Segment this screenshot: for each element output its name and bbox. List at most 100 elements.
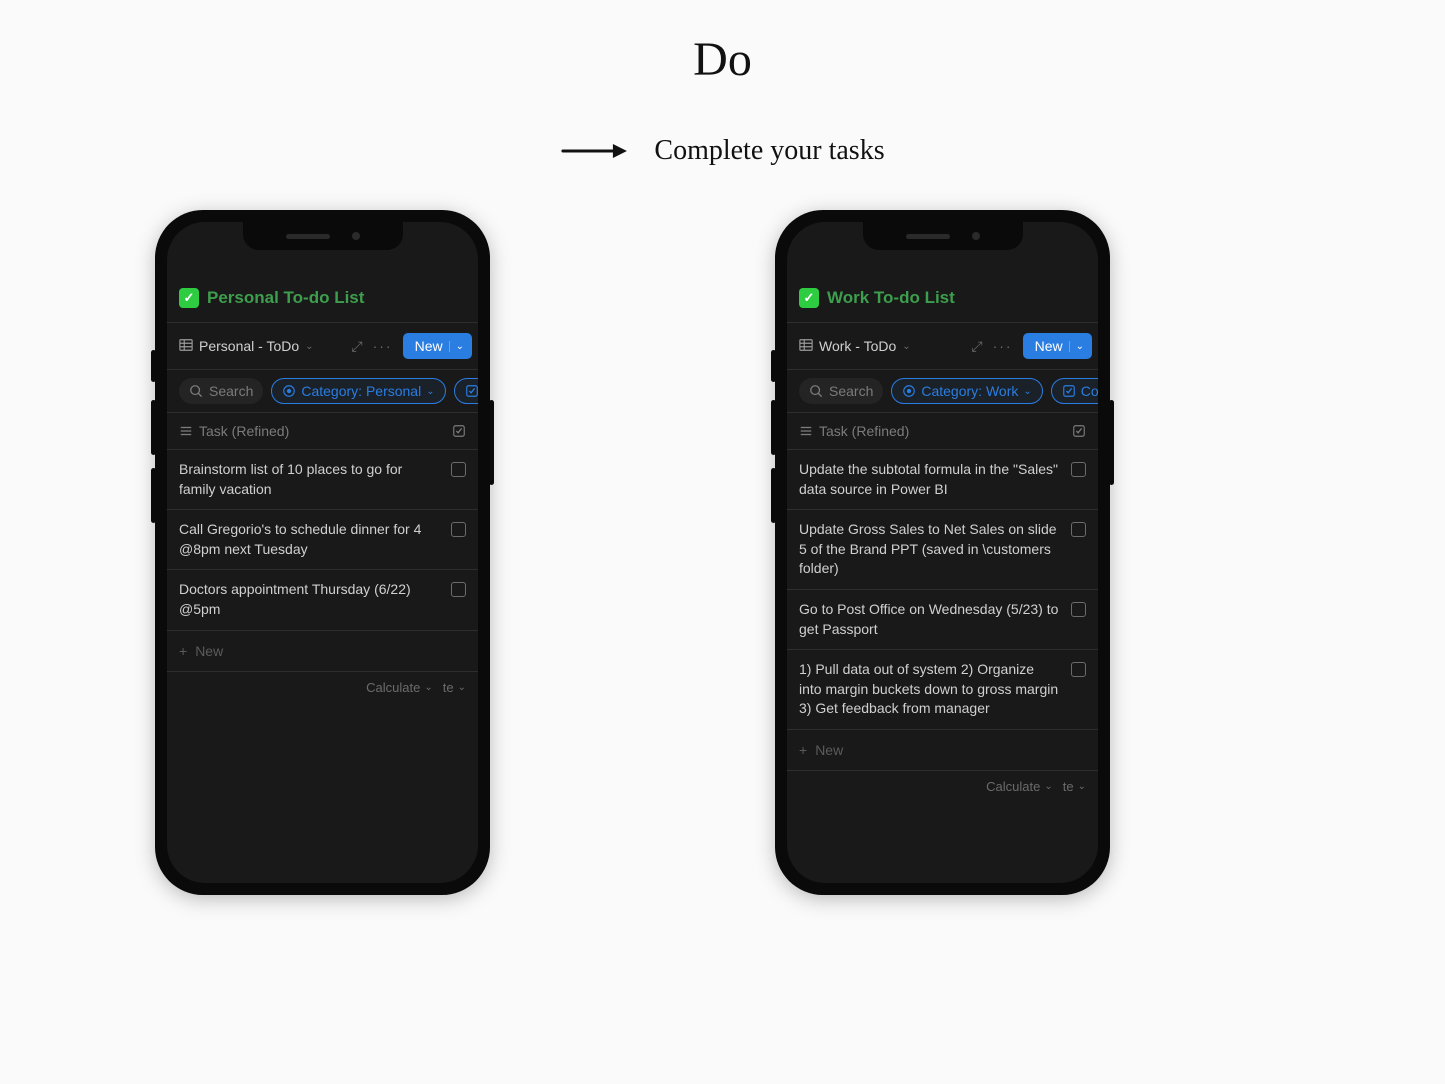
chevron-down-icon: ⌄ <box>424 682 432 693</box>
calculate-menu[interactable]: Calculate⌄ <box>366 680 433 695</box>
new-button[interactable]: New ⌄ <box>403 333 472 359</box>
task-row[interactable]: 1) Pull data out of system 2) Organize i… <box>787 650 1098 730</box>
chevron-down-icon: ⌄ <box>1078 781 1086 792</box>
task-row[interactable]: Update the subtotal formula in the "Sale… <box>787 450 1098 510</box>
filter-row: Search Category: Work ⌄ Comple <box>787 370 1098 413</box>
notch-camera <box>972 232 980 240</box>
chevron-down-icon: ⌄ <box>458 682 466 693</box>
phone-volume-down <box>771 468 776 523</box>
page-heading: Do <box>693 32 752 87</box>
view-name: Personal - ToDo <box>199 338 299 354</box>
task-checkbox[interactable] <box>1071 662 1086 677</box>
chevron-down-icon: ⌄ <box>449 341 464 352</box>
phone-volume-down <box>151 468 156 523</box>
complete-filter[interactable]: Comple <box>1051 378 1098 404</box>
search-input[interactable]: Search <box>799 378 883 404</box>
checkbox-icon <box>1062 384 1076 398</box>
te-menu[interactable]: te⌄ <box>1063 779 1086 794</box>
subtitle-text: Complete your tasks <box>654 135 884 167</box>
list-title: Personal To-do List <box>207 288 364 308</box>
te-menu[interactable]: te⌄ <box>443 680 466 695</box>
table-footer: Calculate⌄ te⌄ <box>787 771 1098 802</box>
task-checkbox[interactable] <box>451 582 466 597</box>
task-text: Call Gregorio's to schedule dinner for 4… <box>179 520 439 559</box>
view-selector[interactable]: Work - ToDo ⌄ <box>799 338 911 355</box>
task-row[interactable]: Go to Post Office on Wednesday (5/23) to… <box>787 590 1098 650</box>
add-new-row[interactable]: + New <box>787 730 1098 771</box>
phone-power-button <box>489 400 494 485</box>
column-header-label: Task (Refined) <box>819 423 909 439</box>
task-row[interactable]: Update Gross Sales to Net Sales on slide… <box>787 510 1098 590</box>
column-header-row: Task (Refined) <box>787 413 1098 450</box>
notch-camera <box>352 232 360 240</box>
checkbox-icon <box>465 384 478 398</box>
phone-volume-up <box>151 400 156 455</box>
task-row[interactable]: Call Gregorio's to schedule dinner for 4… <box>167 510 478 570</box>
chevron-down-icon: ⌄ <box>1023 386 1031 397</box>
checkbox-column-icon <box>452 424 466 438</box>
task-row[interactable]: Brainstorm list of 10 places to go for f… <box>167 450 478 510</box>
more-icon[interactable]: ··· <box>993 338 1013 354</box>
expand-icon[interactable]: ⤢ <box>351 338 362 355</box>
target-icon <box>902 384 916 398</box>
new-row-label: New <box>195 643 223 659</box>
new-button[interactable]: New ⌄ <box>1023 333 1092 359</box>
plus-icon: + <box>179 643 187 659</box>
task-checkbox[interactable] <box>451 462 466 477</box>
task-checkbox[interactable] <box>1071 602 1086 617</box>
task-text: Update the subtotal formula in the "Sale… <box>799 460 1059 499</box>
category-filter[interactable]: Category: Work ⌄ <box>891 378 1042 404</box>
screen-work: ✓ Work To-do List Work - ToDo ⌄ ⤢ ··· Ne… <box>787 222 1098 883</box>
new-button-label: New <box>415 338 443 354</box>
task-text: 1) Pull data out of system 2) Organize i… <box>799 660 1059 719</box>
chevron-down-icon: ⌄ <box>305 341 313 352</box>
task-checkbox[interactable] <box>1071 522 1086 537</box>
column-header-row: Task (Refined) <box>167 413 478 450</box>
table-icon <box>179 338 193 355</box>
task-checkbox[interactable] <box>1071 462 1086 477</box>
view-selector[interactable]: Personal - ToDo ⌄ <box>179 338 314 355</box>
phone-work: ✓ Work To-do List Work - ToDo ⌄ ⤢ ··· Ne… <box>775 210 1110 895</box>
phone-notch <box>863 222 1023 250</box>
phone-personal: ✓ Personal To-do List Personal - ToDo ⌄ … <box>155 210 490 895</box>
category-filter-label: Category: Personal <box>301 383 421 399</box>
complete-filter[interactable]: Com <box>454 378 478 404</box>
task-checkbox[interactable] <box>451 522 466 537</box>
search-icon <box>189 384 203 398</box>
view-toolbar: Personal - ToDo ⌄ ⤢ ··· New ⌄ <box>167 323 478 370</box>
list-title: Work To-do List <box>827 288 955 308</box>
task-text: Doctors appointment Thursday (6/22) @5pm <box>179 580 439 619</box>
table-icon <box>799 338 813 355</box>
plus-icon: + <box>799 742 807 758</box>
task-row[interactable]: Doctors appointment Thursday (6/22) @5pm <box>167 570 478 630</box>
view-name: Work - ToDo <box>819 338 896 354</box>
checkbox-column-icon <box>1072 424 1086 438</box>
phone-mute-switch <box>151 350 156 382</box>
category-filter-label: Category: Work <box>921 383 1018 399</box>
complete-filter-label: Comple <box>1081 383 1098 399</box>
phone-power-button <box>1109 400 1114 485</box>
chevron-down-icon: ⌄ <box>902 341 910 352</box>
view-toolbar: Work - ToDo ⌄ ⤢ ··· New ⌄ <box>787 323 1098 370</box>
category-filter[interactable]: Category: Personal ⌄ <box>271 378 445 404</box>
search-label: Search <box>209 383 253 399</box>
target-icon <box>282 384 296 398</box>
expand-icon[interactable]: ⤢ <box>971 338 982 355</box>
list-title-row: ✓ Personal To-do List <box>167 280 478 323</box>
calculate-menu[interactable]: Calculate⌄ <box>986 779 1053 794</box>
phone-mute-switch <box>771 350 776 382</box>
chevron-down-icon: ⌄ <box>1044 781 1052 792</box>
task-text: Brainstorm list of 10 places to go for f… <box>179 460 439 499</box>
phone-volume-up <box>771 400 776 455</box>
screen-personal: ✓ Personal To-do List Personal - ToDo ⌄ … <box>167 222 478 883</box>
add-new-row[interactable]: + New <box>167 631 478 672</box>
more-icon[interactable]: ··· <box>373 338 393 354</box>
search-input[interactable]: Search <box>179 378 263 404</box>
new-row-label: New <box>815 742 843 758</box>
filter-row: Search Category: Personal ⌄ Com <box>167 370 478 413</box>
notch-speaker <box>906 234 950 239</box>
arrow-icon <box>560 141 630 161</box>
list-icon <box>799 424 813 438</box>
column-header-label: Task (Refined) <box>199 423 289 439</box>
list-icon <box>179 424 193 438</box>
